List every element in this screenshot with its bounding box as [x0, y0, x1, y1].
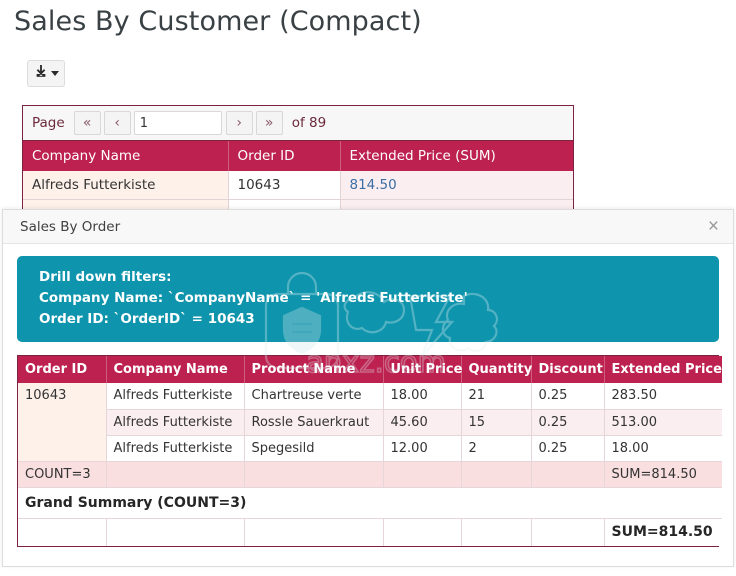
detail-header-row: Order ID Company Name Product Name Unit … [18, 356, 722, 383]
table-row: Alfreds Futterkiste Rossle Sauerkraut 45… [18, 409, 722, 436]
close-icon[interactable]: × [708, 217, 719, 236]
cell-extended-price: 18.00 [604, 435, 722, 462]
group-summary-blank-product [244, 461, 384, 488]
drill-down-filters-line-3: Order ID: `OrderID` = 10643 [39, 311, 255, 327]
column-header-extended-price-sum[interactable]: Extended Price (SUM) [340, 141, 573, 171]
grand-summary-blank-company [106, 518, 245, 546]
grand-summary-blank-discount [531, 518, 605, 546]
pager-total-pages: of 89 [291, 115, 327, 131]
cell-discount: 0.25 [531, 409, 605, 436]
grand-summary-blank-unit-price [383, 518, 462, 546]
group-summary-blank-unit-price [383, 461, 462, 488]
column-header-order-id[interactable]: Order ID [228, 141, 341, 171]
cell-product-name: Rossle Sauerkraut [244, 409, 384, 436]
cell-unit-price: 18.00 [383, 383, 462, 410]
cell-quantity: 15 [461, 409, 532, 436]
group-summary-blank-company [106, 461, 245, 488]
caret-down-icon [50, 71, 59, 76]
cell-quantity: 21 [461, 383, 532, 410]
grand-summary-title: Grand Summary (COUNT=3) [18, 487, 722, 519]
pager-last-button[interactable]: » [255, 111, 283, 135]
pager-label: Page [32, 115, 65, 131]
cell-extended-price: 814.50 [340, 171, 573, 200]
grand-summary-title-row: Grand Summary (COUNT=3) [18, 487, 722, 519]
cell-discount: 0.25 [531, 383, 605, 410]
grand-summary-blank-product [244, 518, 384, 546]
cell-company-name: Alfreds Futterkiste [23, 171, 229, 200]
group-summary-count: COUNT=3 [18, 461, 107, 488]
cell-order-id-group: 10643 [18, 383, 107, 462]
group-summary-blank-discount [531, 461, 605, 488]
drill-down-filters-alert: Drill down filters: Company Name: `Compa… [17, 256, 719, 342]
pager-next-button[interactable]: › [225, 111, 253, 135]
sales-by-order-modal: Sales By Order × Drill down filters: Com… [2, 209, 734, 567]
cell-product-name: Chartreuse verte [244, 383, 384, 410]
column-header-company-name[interactable]: Company Name [106, 356, 245, 383]
column-header-product-name[interactable]: Product Name [244, 356, 384, 383]
main-grid: Page « ‹ › » of 89 Company Name Order ID… [22, 105, 574, 214]
table-row: 10643 Alfreds Futterkiste Chartreuse ver… [18, 383, 722, 462]
main-grid-header-row: Company Name Order ID Extended Price (SU… [23, 141, 573, 171]
download-icon [34, 64, 48, 83]
column-header-extended-price[interactable]: Extended Price [604, 356, 722, 383]
cell-company-name: Alfreds Futterkiste [106, 435, 245, 462]
modal-title: Sales By Order [20, 218, 121, 235]
pager-first-button[interactable]: « [73, 111, 101, 135]
table-row: Alfreds Futterkiste 10643 814.50 [23, 171, 573, 200]
cell-product-name: Spegesild [244, 435, 384, 462]
cell-quantity: 2 [461, 435, 532, 462]
group-summary-sum: SUM=814.50 [604, 461, 722, 488]
column-header-discount[interactable]: Discount [531, 356, 605, 383]
cell-extended-price: 283.50 [604, 383, 722, 410]
extended-price-link[interactable]: 814.50 [350, 177, 397, 193]
pager-page-input[interactable] [133, 111, 222, 135]
grand-summary-sum: SUM=814.50 [604, 518, 722, 546]
group-summary-blank-quantity [461, 461, 532, 488]
drill-down-filters-line-2: Company Name: `CompanyName` = 'Alfreds F… [39, 290, 468, 306]
cell-order-id: 10643 [228, 171, 341, 200]
page-title: Sales By Customer (Compact) [14, 6, 422, 37]
main-grid-table: Company Name Order ID Extended Price (SU… [23, 141, 573, 213]
detail-table: Order ID Company Name Product Name Unit … [18, 356, 722, 546]
pager-bar: Page « ‹ › » of 89 [23, 106, 573, 141]
grand-summary-blank-order-id [18, 518, 107, 546]
export-download-button[interactable] [27, 60, 65, 87]
column-header-quantity[interactable]: Quantity [461, 356, 532, 383]
cell-extended-price: 513.00 [604, 409, 722, 436]
cell-company-name: Alfreds Futterkiste [106, 383, 245, 410]
cell-unit-price: 12.00 [383, 435, 462, 462]
column-header-company-name[interactable]: Company Name [23, 141, 229, 171]
detail-table-wrap: Order ID Company Name Product Name Unit … [17, 355, 722, 547]
group-summary-row: COUNT=3 SUM=814.50 [18, 461, 722, 488]
cell-company-name: Alfreds Futterkiste [106, 409, 245, 436]
app-root: Sales By Customer (Compact) Page « ‹ › »… [0, 0, 736, 576]
modal-body: Drill down filters: Company Name: `Compa… [3, 244, 733, 547]
cell-unit-price: 45.60 [383, 409, 462, 436]
pager-prev-button[interactable]: ‹ [103, 111, 131, 135]
cell-discount: 0.25 [531, 435, 605, 462]
grand-summary-values-row: SUM=814.50 [18, 518, 722, 546]
column-header-order-id[interactable]: Order ID [18, 356, 107, 383]
column-header-unit-price[interactable]: Unit Price [383, 356, 462, 383]
modal-header: Sales By Order × [3, 210, 733, 244]
drill-down-filters-line-1: Drill down filters: [39, 269, 172, 285]
table-row: Alfreds Futterkiste Spegesild 12.00 2 0.… [18, 435, 722, 462]
grand-summary-blank-quantity [461, 518, 532, 546]
